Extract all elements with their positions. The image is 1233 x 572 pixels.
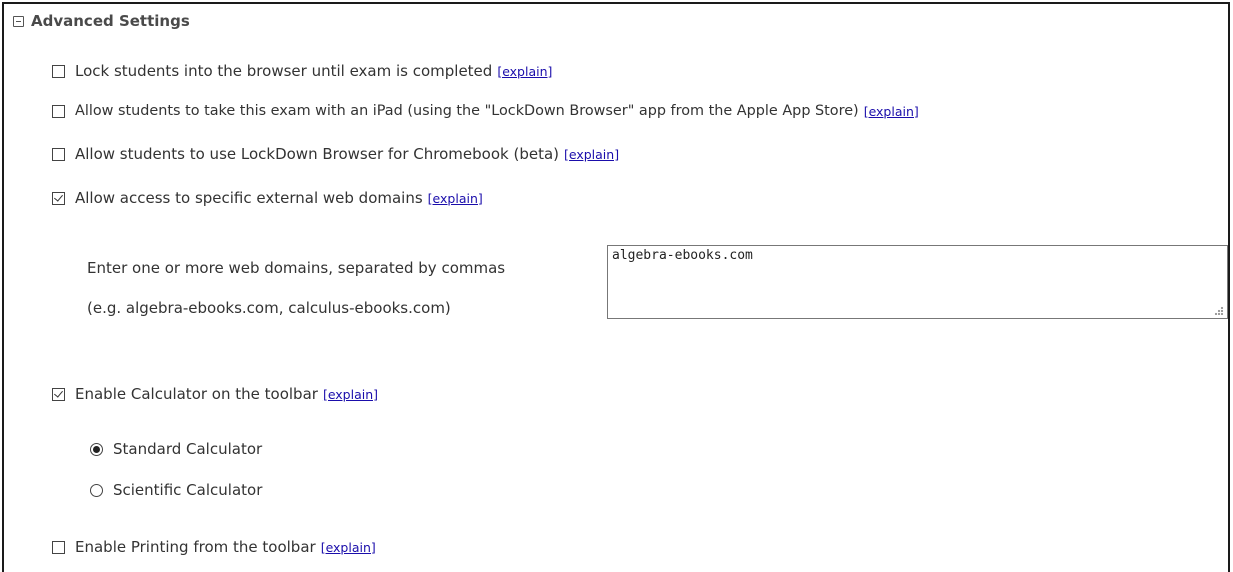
advanced-settings-header[interactable]: Advanced Settings [13,12,190,30]
external-domains-checkbox[interactable] [52,191,65,205]
scientific-calculator-radio[interactable] [90,483,103,497]
ipad-explain-link[interactable]: [explain] [864,104,919,119]
option-chromebook: Allow students to use LockDown Browser f… [52,145,619,163]
option-lock-browser: Lock students into the browser until exa… [52,62,552,80]
calculator-checkbox[interactable] [52,387,65,401]
domains-input[interactable] [607,245,1228,319]
domains-example: (e.g. algebra-ebooks.com, calculus-ebook… [87,299,451,317]
lock-browser-explain-link[interactable]: [explain] [497,64,552,79]
calculator-type-scientific[interactable]: Scientific Calculator [90,481,262,499]
section-title: Advanced Settings [31,12,190,30]
calculator-explain-link[interactable]: [explain] [323,387,378,402]
printing-checkbox[interactable] [52,540,65,554]
ipad-checkbox[interactable] [52,104,65,118]
option-calculator: Enable Calculator on the toolbar [explai… [52,385,378,403]
lock-browser-checkbox[interactable] [52,64,65,78]
calculator-label: Enable Calculator on the toolbar [75,385,318,403]
scientific-calculator-label: Scientific Calculator [113,481,263,499]
option-printing: Enable Printing from the toolbar [explai… [52,538,376,556]
standard-calculator-radio[interactable] [90,442,103,456]
chromebook-explain-link[interactable]: [explain] [564,147,619,162]
minus-box-icon[interactable] [13,15,24,27]
chromebook-checkbox[interactable] [52,147,65,161]
external-domains-explain-link[interactable]: [explain] [428,191,483,206]
domains-instruction: Enter one or more web domains, separated… [87,259,506,277]
external-domains-label: Allow access to specific external web do… [75,189,423,207]
lock-browser-label: Lock students into the browser until exa… [75,62,493,80]
option-ipad: Allow students to take this exam with an… [52,103,919,119]
ipad-label: Allow students to take this exam with an… [75,103,859,119]
resize-grip-icon[interactable] [1214,305,1224,315]
calculator-type-standard[interactable]: Standard Calculator [90,440,262,458]
printing-label: Enable Printing from the toolbar [75,538,316,556]
chromebook-label: Allow students to use LockDown Browser f… [75,145,559,163]
printing-explain-link[interactable]: [explain] [321,540,376,555]
option-external-domains: Allow access to specific external web do… [52,189,483,207]
standard-calculator-label: Standard Calculator [113,440,263,458]
